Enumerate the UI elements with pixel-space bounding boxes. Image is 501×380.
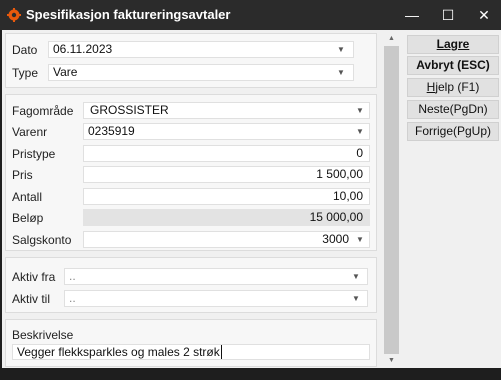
avbryt-button[interactable]: Avbryt (ESC)	[407, 56, 499, 75]
neste-button[interactable]: Neste(PgDn)	[407, 100, 499, 119]
title-bar: Spesifikasjon faktureringsavtaler — ☐ ✕	[0, 0, 501, 30]
antall-label: Antall	[12, 190, 43, 204]
varenr-label: Varenr	[12, 125, 48, 139]
dato-chevron-down-icon[interactable]: ▼	[335, 42, 347, 57]
dato-field[interactable]: 06.11.2023	[48, 41, 354, 58]
forrige-button[interactable]: Forrige(PgUp)	[407, 122, 499, 141]
aktiv-til-label: Aktiv til	[12, 292, 51, 306]
header-panel: Dato 06.11.2023 ▼ Type Vare ▼	[5, 33, 377, 88]
fagomrade-chevron-down-icon[interactable]: ▼	[354, 103, 366, 118]
beskrivelse-value: Vegger flekksparkles og males 2 strøk	[17, 345, 220, 359]
period-panel: Aktiv fra .. ▼ Aktiv til .. ▼	[5, 257, 377, 313]
lagre-button[interactable]: Lagre	[407, 35, 499, 54]
type-select[interactable]: Vare	[48, 64, 354, 81]
type-label: Type	[12, 66, 39, 80]
status-bar	[0, 368, 501, 380]
pris-field[interactable]: 1 500,00	[83, 166, 370, 183]
maximize-button[interactable]: ☐	[430, 0, 466, 30]
dato-label: Dato	[12, 43, 38, 57]
salgskonto-chevron-down-icon[interactable]: ▼	[354, 232, 366, 247]
scroll-thumb[interactable]	[384, 46, 399, 354]
aktiv-fra-chevron-down-icon[interactable]: ▼	[350, 269, 362, 284]
fagomrade-label: Fagområde	[12, 104, 74, 118]
pristype-field[interactable]: 0	[83, 145, 370, 162]
scroll-down-arrow-icon[interactable]: ▼	[383, 355, 400, 367]
hjelp-button-label: jelp (F1)	[435, 80, 480, 94]
salgskonto-label: Salgskonto	[12, 233, 72, 247]
beskrivelse-label: Beskrivelse	[12, 328, 74, 342]
antall-field[interactable]: 10,00	[83, 188, 370, 205]
aktiv-fra-label: Aktiv fra	[12, 270, 56, 284]
app-gear-icon	[7, 8, 21, 22]
pristype-label: Pristype	[12, 147, 56, 161]
belop-label: Beløp	[12, 211, 44, 225]
varenr-chevron-down-icon[interactable]: ▼	[354, 124, 366, 139]
description-panel: Beskrivelse Vegger flekksparkles og male…	[5, 319, 377, 367]
aktiv-til-chevron-down-icon[interactable]: ▼	[350, 291, 362, 306]
aktiv-fra-field[interactable]: ..	[64, 268, 368, 285]
minimize-button[interactable]: —	[394, 0, 430, 30]
beskrivelse-input[interactable]: Vegger flekksparkles og males 2 strøk	[12, 344, 370, 360]
window-title: Spesifikasjon faktureringsavtaler	[26, 7, 231, 22]
varenr-select[interactable]: 0235919	[83, 123, 370, 140]
text-cursor	[220, 345, 222, 359]
type-chevron-down-icon[interactable]: ▼	[335, 65, 347, 80]
hjelp-button[interactable]: Hjelp (F1)	[407, 78, 499, 97]
vertical-scrollbar[interactable]: ▲ ▼	[383, 33, 400, 367]
fagomrade-select[interactable]: GROSSISTER	[83, 102, 370, 119]
scroll-up-arrow-icon[interactable]: ▲	[383, 33, 400, 45]
pris-label: Pris	[12, 168, 33, 182]
salgskonto-select[interactable]: 3000	[83, 231, 370, 248]
close-button[interactable]: ✕	[466, 0, 501, 30]
lagre-button-label: Lagre	[436, 37, 470, 51]
belop-field: 15 000,00	[83, 209, 370, 226]
details-panel: Fagområde GROSSISTER ▼ Varenr 0235919 ▼ …	[5, 94, 377, 251]
window-left-edge	[0, 30, 2, 368]
aktiv-til-field[interactable]: ..	[64, 290, 368, 307]
